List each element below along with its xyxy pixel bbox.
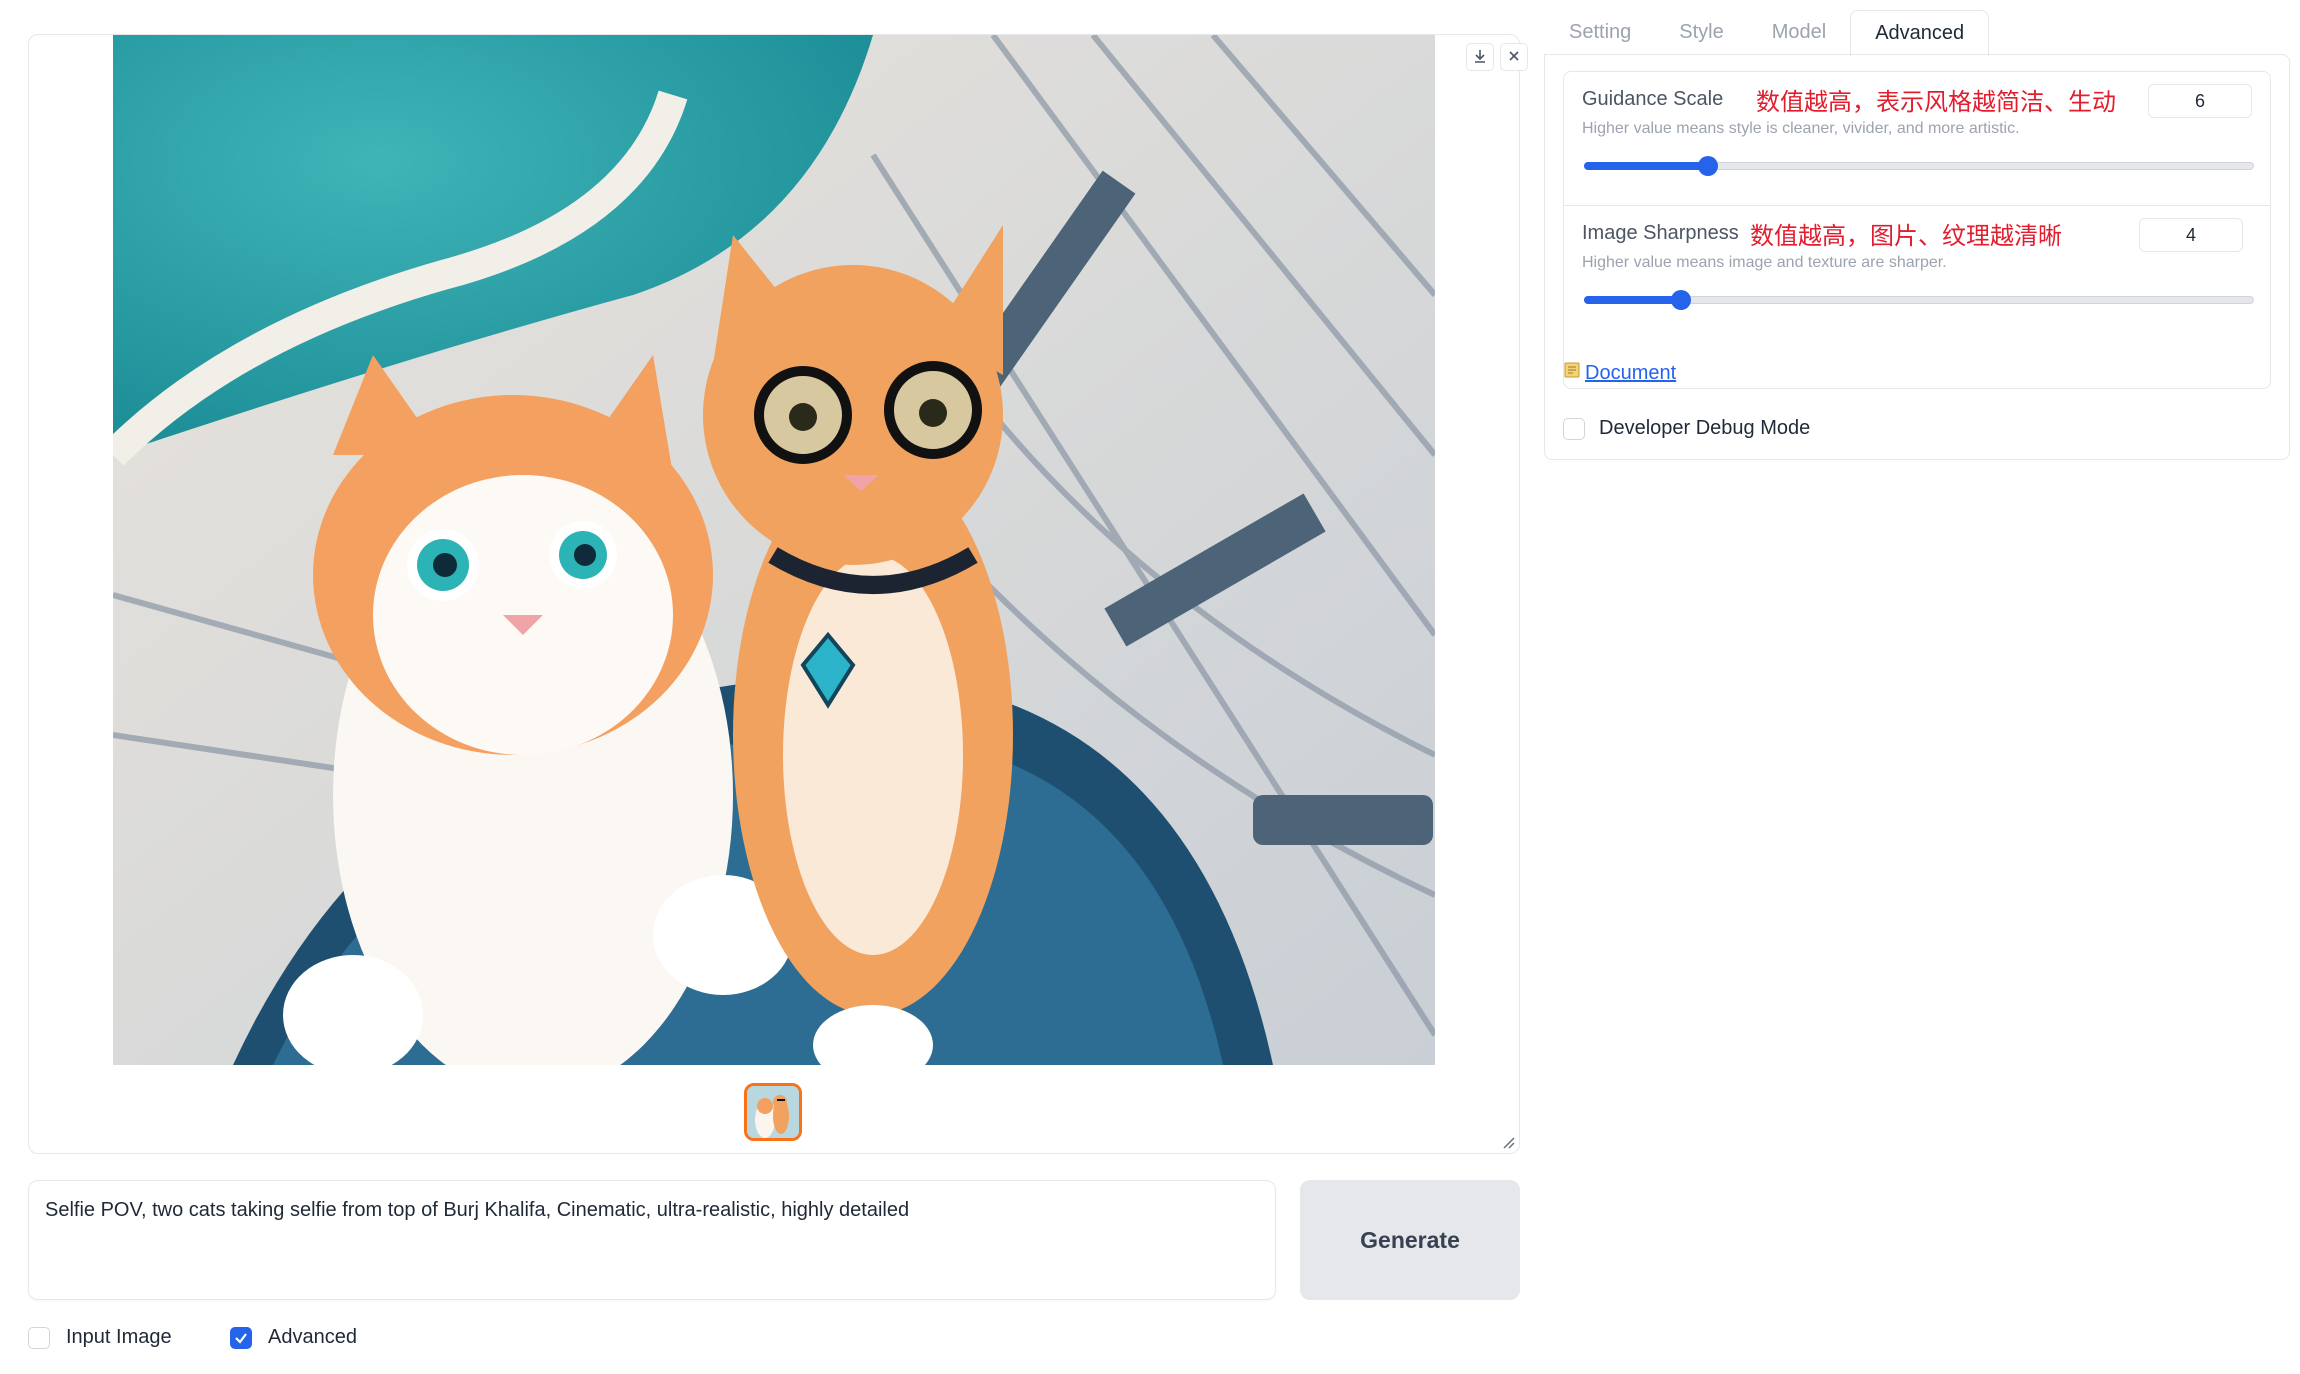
advanced-panel: Guidance Scale 数值越高，表示风格越简洁、生动 Higher va… (1544, 54, 2290, 460)
developer-debug-checkbox[interactable] (1563, 417, 1585, 440)
guidance-scale-input[interactable]: 6 (2148, 84, 2252, 118)
prompt-text: Selfie POV, two cats taking selfie from … (45, 1199, 910, 1221)
thumbnail-image (747, 1086, 799, 1138)
guidance-scale-note: 数值越高，表示风格越简洁、生动 (1756, 88, 2116, 116)
cats-selfie-illustration (113, 35, 1435, 1065)
input-image-label: Input Image (66, 1326, 172, 1348)
developer-debug-label: Developer Debug Mode (1599, 417, 1811, 439)
guidance-scale-setting: Guidance Scale 数值越高，表示风格越简洁、生动 Higher va… (1564, 72, 2270, 205)
image-sharpness-input[interactable]: 4 (2139, 218, 2243, 252)
document-link[interactable]: Document (1563, 361, 1676, 385)
gallery-thumbnail[interactable] (744, 1083, 802, 1141)
input-image-option[interactable]: Input Image (28, 1326, 172, 1349)
advanced-label: Advanced (268, 1326, 357, 1348)
tab-style[interactable]: Style (1655, 10, 1747, 54)
close-button[interactable] (1500, 43, 1528, 71)
guidance-scale-info: Higher value means style is cleaner, viv… (1582, 120, 2020, 137)
advanced-checkbox[interactable] (230, 1326, 252, 1349)
guidance-scale-slider[interactable] (1584, 156, 2254, 176)
slider-fill (1584, 296, 1682, 304)
developer-debug-option[interactable]: Developer Debug Mode (1563, 417, 1810, 440)
slider-thumb[interactable] (1671, 290, 1692, 310)
input-image-checkbox[interactable] (28, 1326, 50, 1349)
document-link-label: Document (1585, 361, 1677, 384)
tab-setting[interactable]: Setting (1545, 10, 1655, 54)
image-sharpness-info: Higher value means image and texture are… (1582, 254, 1947, 271)
prompt-input[interactable]: Selfie POV, two cats taking selfie from … (28, 1180, 1276, 1300)
settings-tabs: Setting Style Model Advanced (1545, 10, 1990, 56)
document-icon (1563, 361, 1581, 385)
image-sharpness-label: Image Sharpness (1582, 222, 1739, 244)
advanced-option[interactable]: Advanced (230, 1326, 357, 1349)
image-sharpness-note: 数值越高，图片、纹理越清晰 (1750, 222, 2062, 250)
generated-image[interactable] (113, 35, 1435, 1065)
image-sharpness-slider[interactable] (1584, 290, 2254, 310)
image-gallery (28, 34, 1528, 1154)
generate-button[interactable]: Generate (1300, 1180, 1520, 1300)
guidance-scale-label: Guidance Scale (1582, 88, 1724, 110)
image-sharpness-setting: Image Sharpness 数值越高，图片、纹理越清晰 Higher val… (1564, 205, 2270, 339)
download-button[interactable] (1466, 43, 1494, 71)
advanced-settings-block: Guidance Scale 数值越高，表示风格越简洁、生动 Higher va… (1563, 71, 2271, 389)
check-icon (235, 1332, 247, 1344)
tab-advanced[interactable]: Advanced (1850, 10, 1990, 56)
tab-model[interactable]: Model (1748, 10, 1850, 54)
slider-fill (1584, 162, 1708, 170)
download-icon (1473, 47, 1487, 68)
resize-handle[interactable] (1499, 1133, 1515, 1149)
close-icon (1507, 47, 1521, 68)
slider-thumb[interactable] (1697, 156, 1718, 176)
